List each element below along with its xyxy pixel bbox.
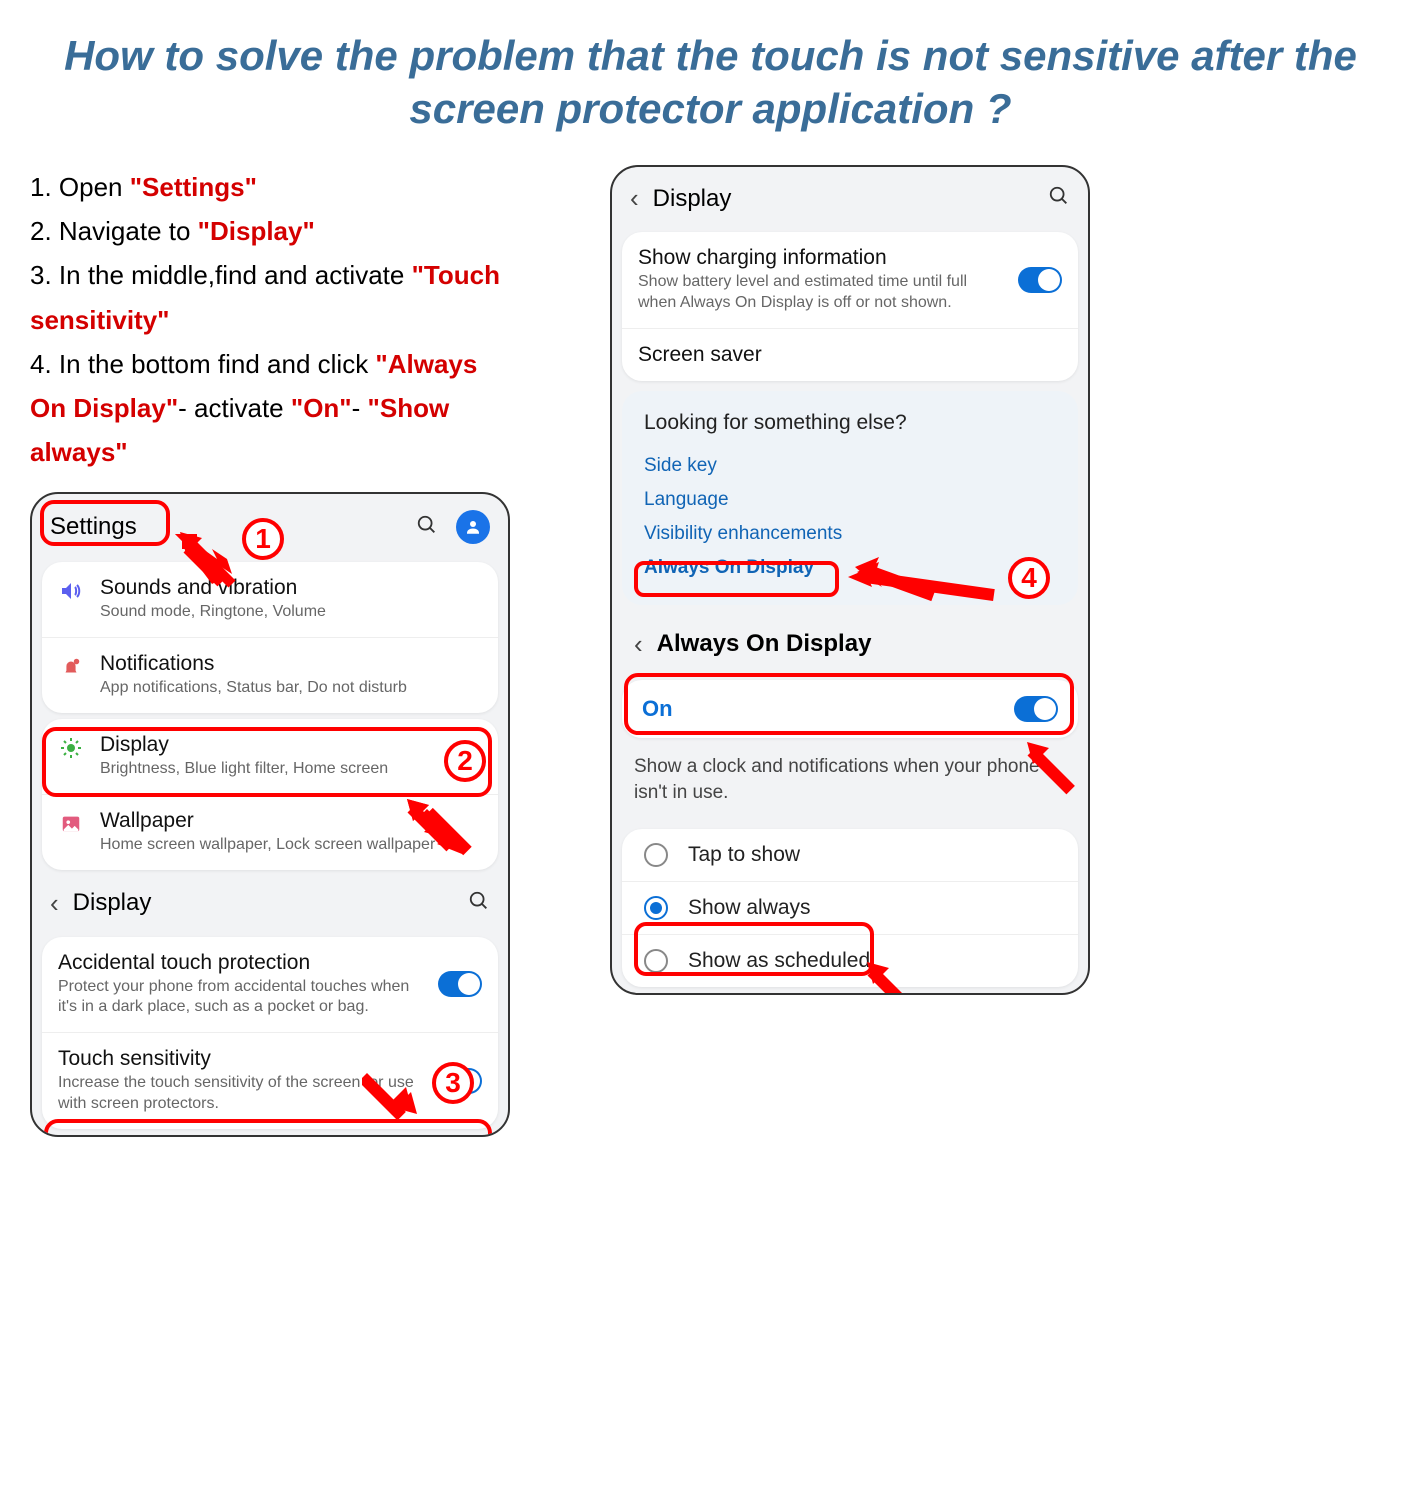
instruction-steps: 1. Open "Settings" 2. Navigate to "Displ…	[30, 165, 510, 474]
phone-right: ‹ Display Show charging informationShow …	[610, 165, 1090, 995]
bell-icon	[58, 654, 84, 680]
brightness-icon	[58, 735, 84, 761]
settings-item-notifications[interactable]: NotificationsApp notifications, Status b…	[42, 638, 498, 713]
settings-item-wallpaper[interactable]: WallpaperHome screen wallpaper, Lock scr…	[42, 795, 498, 870]
display-header: ‹ Display	[612, 171, 1088, 226]
page-title: How to solve the problem that the touch …	[61, 30, 1361, 135]
radio-tap-to-show[interactable]: Tap to show	[622, 829, 1078, 882]
phone-left: Settings Sounds and vibrationSound mode,…	[30, 492, 510, 1136]
display-item-charging[interactable]: Show charging informationShow battery le…	[622, 232, 1078, 329]
avatar-icon[interactable]	[456, 510, 490, 544]
settings-item-display[interactable]: DisplayBrightness, Blue light filter, Ho…	[42, 719, 498, 795]
display-subheader: ‹ Display	[32, 876, 508, 931]
radio-icon	[644, 843, 668, 867]
display-item-touch-sensitivity[interactable]: Touch sensitivityIncrease the touch sens…	[42, 1033, 498, 1129]
search-icon[interactable]	[468, 890, 490, 917]
link-side-key[interactable]: Side key	[644, 449, 1056, 483]
aod-header: ‹ Always On Display	[612, 615, 1088, 674]
aod-on-row[interactable]: On	[622, 680, 1078, 738]
toggle-switch[interactable]	[1018, 267, 1062, 293]
search-icon[interactable]	[1048, 185, 1070, 212]
back-icon[interactable]: ‹	[630, 183, 639, 214]
toggle-switch[interactable]	[438, 1068, 482, 1094]
link-aod[interactable]: Always On Display	[644, 551, 1056, 585]
link-language[interactable]: Language	[644, 483, 1056, 517]
toggle-switch[interactable]	[1014, 696, 1058, 722]
settings-header: Settings	[32, 498, 508, 556]
settings-title: Settings	[50, 513, 137, 541]
settings-item-sounds[interactable]: Sounds and vibrationSound mode, Ringtone…	[42, 562, 498, 638]
radio-show-always[interactable]: Show always	[622, 882, 1078, 935]
sound-icon	[58, 578, 84, 604]
back-icon[interactable]: ‹	[634, 629, 643, 660]
image-icon	[58, 811, 84, 837]
aod-description: Show a clock and notifications when your…	[612, 744, 1088, 823]
link-visibility[interactable]: Visibility enhancements	[644, 517, 1056, 551]
radio-icon	[644, 896, 668, 920]
radio-show-scheduled[interactable]: Show as scheduled	[622, 935, 1078, 987]
looking-for-card: Looking for something else? Side key Lan…	[622, 391, 1078, 605]
search-icon[interactable]	[416, 514, 438, 541]
display-item-accidental[interactable]: Accidental touch protectionProtect your …	[42, 937, 498, 1034]
back-icon[interactable]: ‹	[50, 888, 59, 919]
display-item-screensaver[interactable]: Screen saver	[622, 329, 1078, 381]
radio-icon	[644, 949, 668, 973]
toggle-switch[interactable]	[438, 971, 482, 997]
